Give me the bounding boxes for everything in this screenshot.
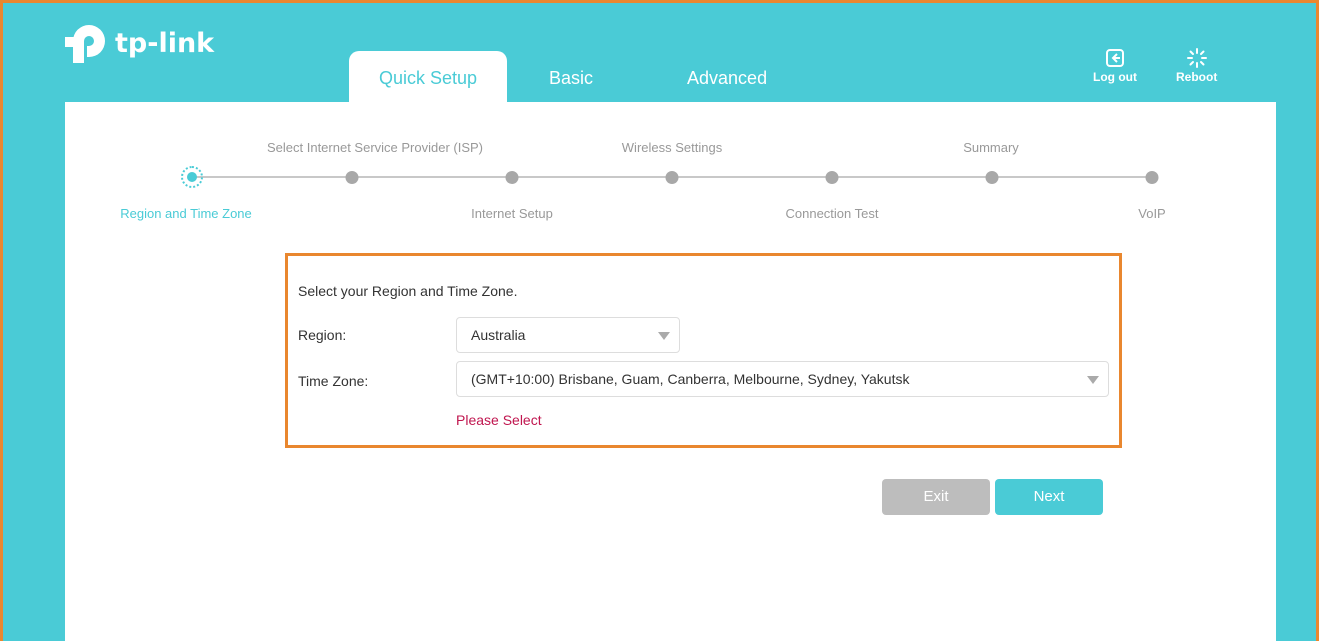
region-timezone-form: Select your Region and Time Zone. Region…	[285, 253, 1122, 448]
exit-button[interactable]: Exit	[882, 479, 990, 515]
step-dot-connection	[825, 171, 839, 184]
tab-quick-setup[interactable]: Quick Setup	[349, 51, 507, 105]
step-label-region: Region and Time Zone	[120, 206, 252, 221]
brand-name: tp-link	[115, 27, 215, 59]
timezone-select-value: (GMT+10:00) Brisbane, Guam, Canberra, Me…	[471, 371, 910, 387]
step-dot-isp	[345, 171, 359, 184]
logout-button[interactable]: Log out	[1093, 48, 1137, 84]
reboot-icon	[1186, 48, 1207, 68]
content-panel: Select Internet Service Provider (ISP) W…	[65, 102, 1276, 641]
reboot-label: Reboot	[1176, 70, 1218, 84]
step-label-wireless: Wireless Settings	[621, 140, 723, 155]
step-label-internet: Internet Setup	[471, 206, 553, 221]
step-dot-internet	[505, 171, 519, 184]
region-select-value: Australia	[471, 327, 526, 343]
step-dot-voip	[1145, 171, 1159, 184]
step-dot-region	[181, 166, 203, 188]
tplink-logo-icon	[65, 25, 105, 63]
validation-error: Please Select	[456, 412, 542, 428]
reboot-button[interactable]: Reboot	[1176, 48, 1217, 84]
timezone-select[interactable]: (GMT+10:00) Brisbane, Guam, Canberra, Me…	[456, 361, 1109, 397]
tab-advanced[interactable]: Advanced	[687, 51, 767, 105]
logout-icon	[1105, 49, 1124, 67]
chevron-down-icon	[1087, 376, 1099, 384]
region-select[interactable]: Australia	[456, 317, 680, 353]
step-label-connection: Connection Test	[785, 206, 879, 221]
step-dot-summary	[985, 171, 999, 184]
step-label-isp: Select Internet Service Provider (ISP)	[266, 140, 484, 155]
step-label-voip: VoIP	[1138, 206, 1166, 221]
timezone-label: Time Zone:	[298, 373, 369, 389]
app-frame: tp-link Quick Setup Basic Advanced Log o…	[3, 3, 1316, 641]
region-label: Region:	[298, 327, 347, 343]
main-tabs: Quick Setup Basic Advanced	[349, 51, 767, 105]
chevron-down-icon	[658, 332, 670, 340]
tab-basic[interactable]: Basic	[549, 51, 593, 105]
tplink-logo: tp-link	[65, 23, 214, 63]
step-label-summary: Summary	[963, 140, 1019, 155]
next-button[interactable]: Next	[995, 479, 1103, 515]
logout-label: Log out	[1093, 70, 1137, 84]
form-intro: Select your Region and Time Zone.	[298, 283, 518, 299]
step-dot-wireless	[665, 171, 679, 184]
